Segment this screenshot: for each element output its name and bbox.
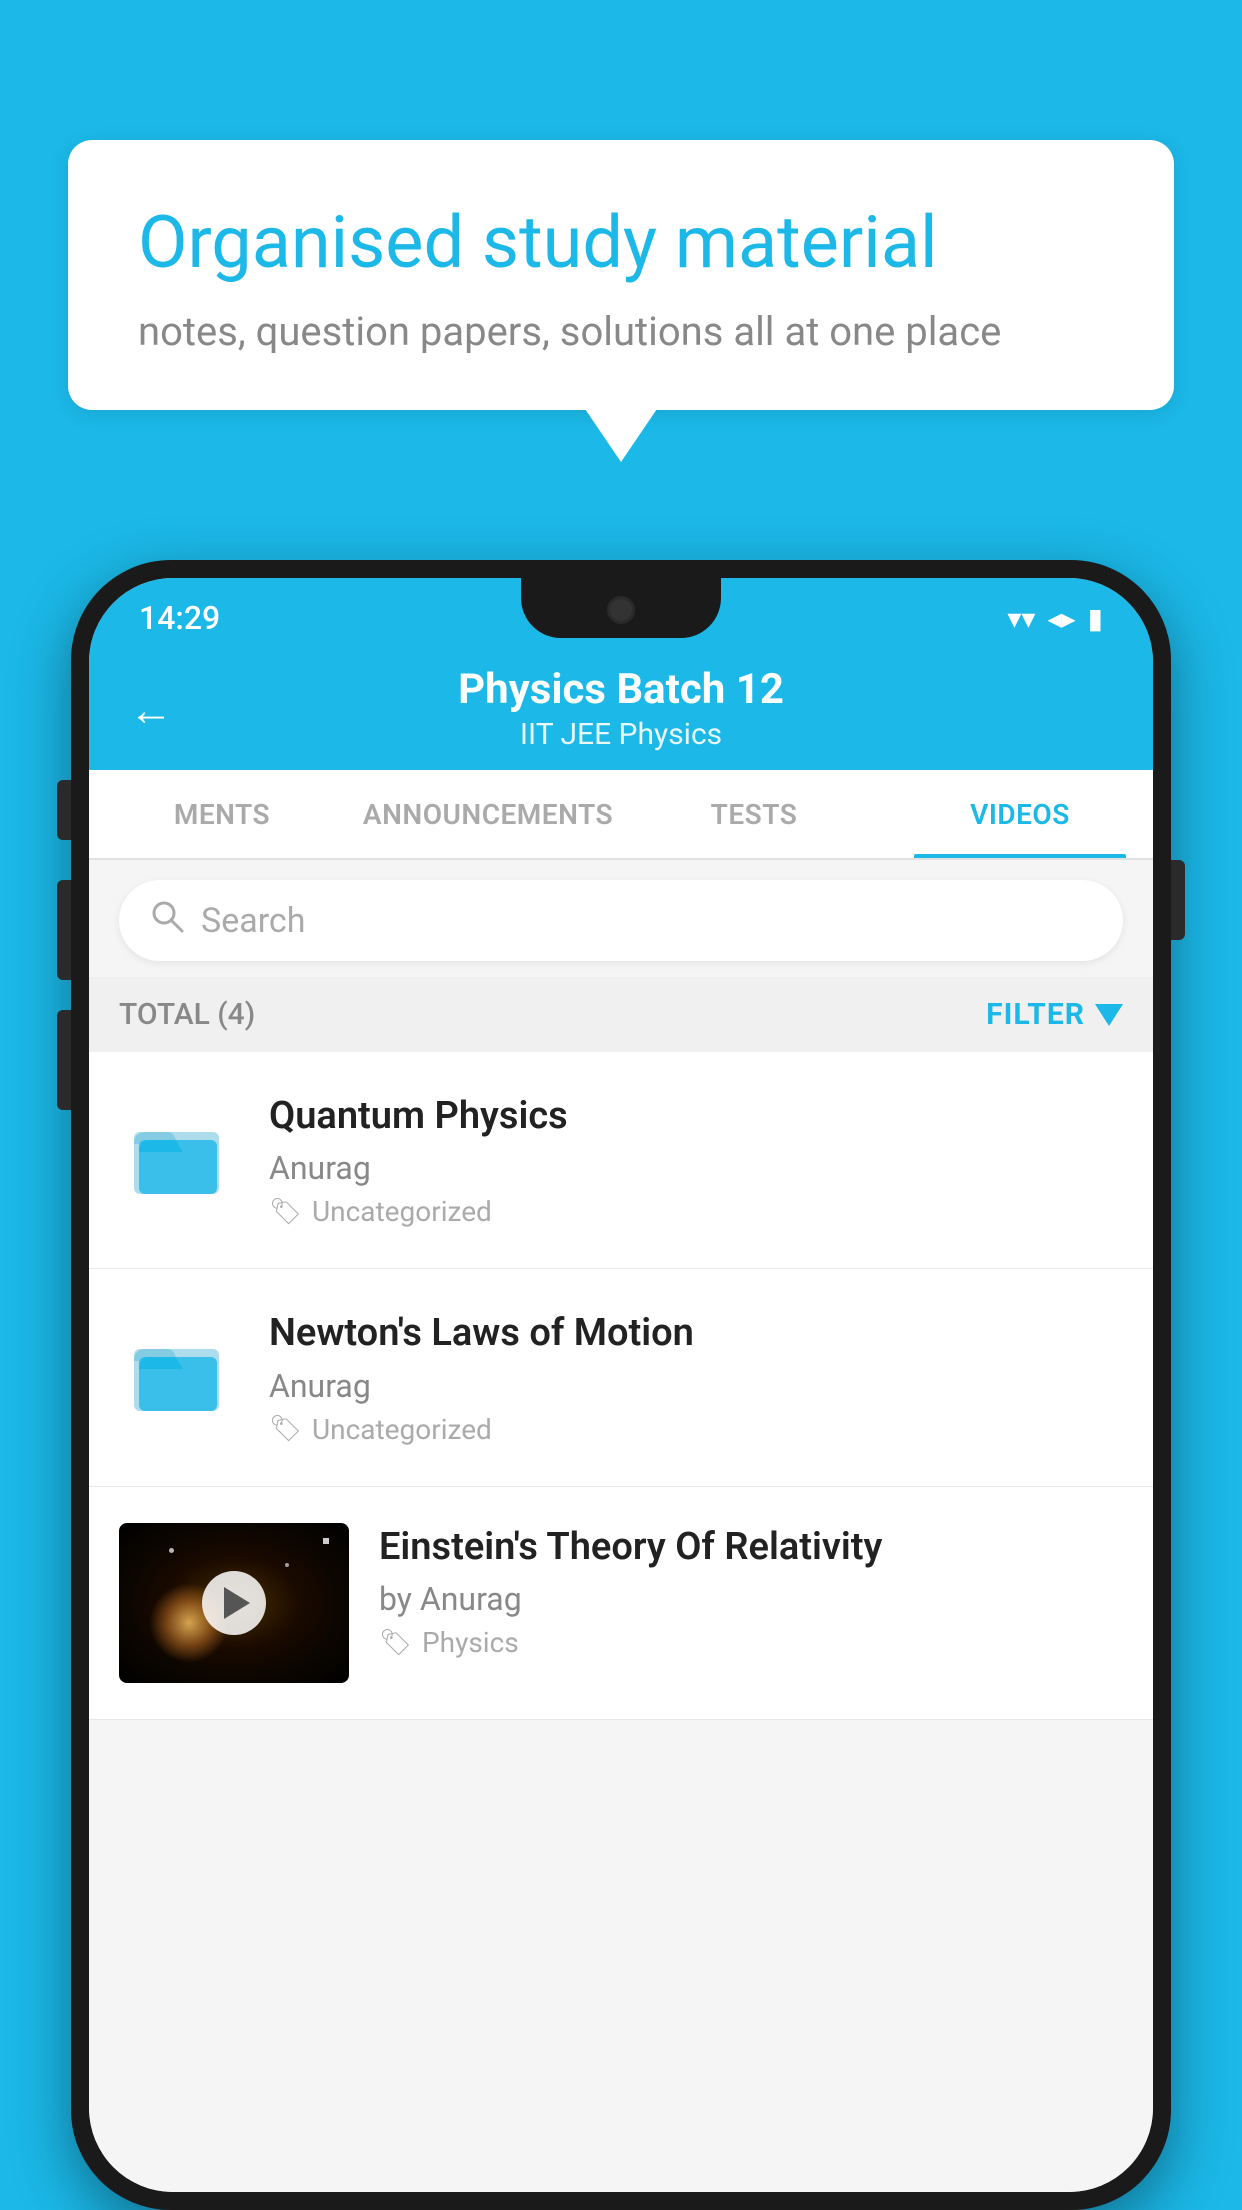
tab-ments[interactable]: MENTS (89, 770, 355, 858)
page-title: Physics Batch 12 (458, 669, 784, 711)
app-header: ← Physics Batch 12 IIT JEE Physics (89, 650, 1153, 770)
filter-bar: TOTAL (4) FILTER (89, 977, 1153, 1052)
video-title: Einstein's Theory Of Relativity (379, 1523, 1123, 1572)
signal-icon: ◂▸ (1047, 602, 1075, 635)
search-placeholder: Search (201, 901, 305, 941)
phone-notch (521, 578, 721, 638)
play-icon (224, 1587, 250, 1619)
list-item[interactable]: Einstein's Theory Of Relativity by Anura… (89, 1487, 1153, 1720)
tab-videos[interactable]: VIDEOS (887, 770, 1153, 858)
video-info: Quantum Physics Anurag 🏷 Uncategorized (269, 1092, 1123, 1228)
wifi-icon: ▾▾ (1007, 602, 1035, 635)
tab-announcements[interactable]: ANNOUNCEMENTS (355, 770, 621, 858)
video-title: Newton's Laws of Motion (269, 1309, 1123, 1358)
list-item[interactable]: Quantum Physics Anurag 🏷 Uncategorized (89, 1052, 1153, 1269)
list-item[interactable]: Newton's Laws of Motion Anurag 🏷 Uncateg… (89, 1269, 1153, 1486)
speech-bubble-card: Organised study material notes, question… (68, 140, 1174, 410)
front-camera (607, 596, 635, 624)
tag-icon: 🏷 (379, 1628, 412, 1658)
total-count: TOTAL (4) (119, 997, 255, 1032)
video-tag: 🏷 Uncategorized (269, 1413, 1123, 1446)
phone-frame: 14:29 ▾▾ ◂▸ ▮ ← Physics Batch 12 IIT JEE… (71, 560, 1171, 2210)
battery-icon: ▮ (1088, 602, 1103, 635)
content-area: Search TOTAL (4) FILTER (89, 860, 1153, 2192)
folder-thumbnail (119, 1309, 239, 1429)
power-button (57, 780, 71, 840)
search-bar[interactable]: Search (119, 880, 1123, 961)
video-tag: 🏷 Uncategorized (269, 1195, 1123, 1228)
play-button[interactable] (202, 1571, 266, 1635)
search-icon (149, 898, 185, 943)
video-thumbnail (119, 1523, 349, 1683)
status-icons: ▾▾ ◂▸ ▮ (1007, 602, 1103, 635)
video-author: Anurag (269, 1149, 1123, 1187)
video-tag: 🏷 Physics (379, 1626, 1123, 1659)
volume-up-button (57, 880, 71, 980)
folder-icon (129, 1319, 229, 1419)
video-title: Quantum Physics (269, 1092, 1123, 1141)
tab-tests[interactable]: TESTS (621, 770, 887, 858)
status-time: 14:29 (139, 599, 220, 637)
tag-icon: 🏷 (269, 1197, 302, 1227)
volume-button-right (1171, 860, 1185, 940)
video-info: Newton's Laws of Motion Anurag 🏷 Uncateg… (269, 1309, 1123, 1445)
back-button[interactable]: ← (129, 684, 173, 736)
folder-icon (129, 1102, 229, 1202)
filter-button[interactable]: FILTER (986, 997, 1123, 1032)
speech-bubble-section: Organised study material notes, question… (68, 140, 1174, 410)
header-tags: IIT JEE Physics (520, 717, 722, 752)
folder-thumbnail (119, 1092, 239, 1212)
tag-icon: 🏷 (269, 1414, 302, 1444)
tabs-bar: MENTS ANNOUNCEMENTS TESTS VIDEOS (89, 770, 1153, 860)
video-author: by Anurag (379, 1580, 1123, 1618)
bubble-title: Organised study material (138, 200, 1104, 286)
phone-screen: 14:29 ▾▾ ◂▸ ▮ ← Physics Batch 12 IIT JEE… (89, 578, 1153, 2192)
video-info: Einstein's Theory Of Relativity by Anura… (379, 1523, 1123, 1659)
bubble-subtitle: notes, question papers, solutions all at… (138, 308, 1104, 355)
video-author: Anurag (269, 1367, 1123, 1405)
filter-icon (1095, 1004, 1123, 1026)
video-list: Quantum Physics Anurag 🏷 Uncategorized (89, 1052, 1153, 1720)
volume-down-button (57, 1010, 71, 1110)
